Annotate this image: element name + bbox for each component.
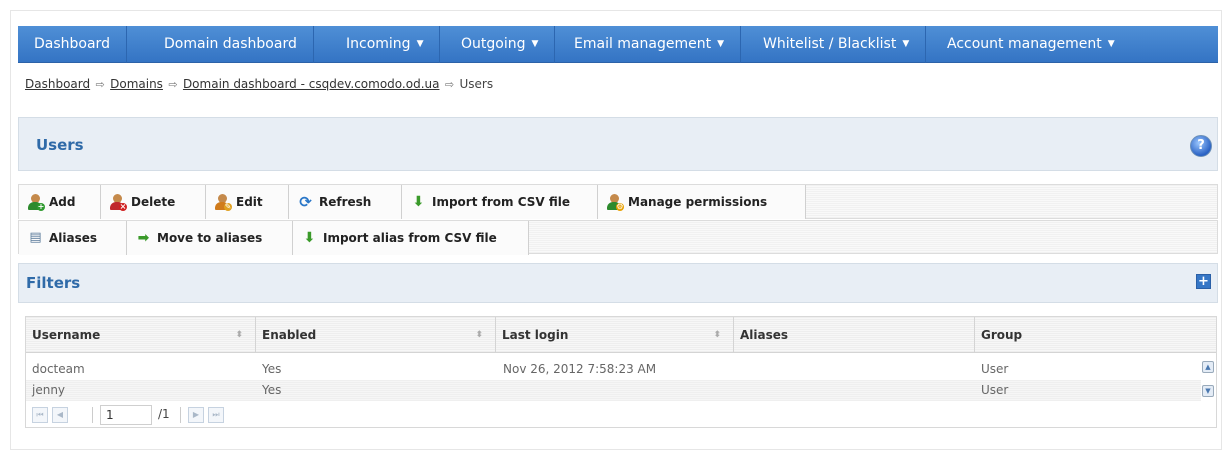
breadcrumb-current: Users	[459, 77, 494, 91]
top-navigation: Dashboard Domain dashboard Incoming ▼ Out…	[18, 26, 1218, 63]
pager-divider	[180, 407, 181, 423]
cell-username: jenny	[32, 383, 66, 397]
nav-incoming[interactable]: Incoming ▼	[330, 26, 441, 63]
import-csv-button[interactable]: ⬇ Import from CSV file	[402, 185, 598, 219]
user-edit-icon: ✎	[214, 194, 232, 211]
aliases-icon: ▤	[29, 230, 42, 245]
breadcrumb-domains[interactable]: Domains	[110, 77, 163, 91]
cell-last-login: Nov 26, 2012 7:58:23 AM	[503, 362, 657, 376]
nav-email-management[interactable]: Email management ▼	[558, 26, 741, 63]
column-username[interactable]: Username ⬍	[26, 317, 256, 353]
users-toolbar: + Add × Delete ✎ Edit ⟳ Refresh ⬇ Import…	[18, 184, 1218, 219]
arrow-right-icon: ⇨	[444, 78, 455, 91]
nav-domain-dashboard[interactable]: Domain dashboard	[148, 26, 314, 63]
sort-icon: ⬍	[235, 330, 243, 340]
breadcrumb-domain-dashboard[interactable]: Domain dashboard - csqdev.comodo.od.ua	[183, 77, 440, 91]
chevron-down-icon: ▼	[416, 39, 424, 49]
column-group[interactable]: Group	[975, 317, 1216, 353]
move-icon: ➡	[137, 230, 150, 246]
permissions-icon: ⚙	[606, 194, 624, 211]
column-enabled[interactable]: Enabled ⬍	[256, 317, 496, 353]
filters-title: Filters	[26, 274, 81, 292]
nav-whitelist-blacklist[interactable]: Whitelist / Blacklist ▼	[747, 26, 927, 63]
cell-group: User	[981, 362, 1009, 376]
chevron-down-icon: ▼	[1107, 39, 1115, 49]
users-table: Username ⬍ Enabled ⬍ Last login ⬍ Aliases G…	[25, 316, 1217, 428]
sort-icon: ⬍	[475, 330, 483, 340]
nav-outgoing[interactable]: Outgoing ▼	[445, 26, 556, 63]
next-page-icon[interactable]: ▶	[188, 407, 204, 423]
breadcrumb: Dashboard ⇨ Domains ⇨ Domain dashboard - csq…	[25, 77, 493, 91]
expand-plus-icon[interactable]: +	[1196, 274, 1211, 289]
scroll-up-icon[interactable]: ▲	[1202, 361, 1214, 373]
refresh-button[interactable]: ⟳ Refresh	[289, 185, 402, 219]
filters-panel[interactable]: Filters +	[18, 263, 1218, 303]
prev-page-icon[interactable]: ◀	[52, 407, 68, 423]
move-to-aliases-button[interactable]: ➡ Move to aliases	[127, 221, 293, 255]
table-header: Username ⬍ Enabled ⬍ Last login ⬍ Aliases G…	[26, 317, 1216, 353]
nav-account-management[interactable]: Account management ▼	[931, 26, 1131, 63]
chevron-down-icon: ▼	[717, 39, 724, 49]
table-row[interactable]: docteam Yes Nov 26, 2012 7:58:23 AM User	[26, 359, 1201, 380]
cell-username: docteam	[32, 362, 85, 376]
sort-icon: ⬍	[713, 330, 721, 340]
user-add-icon: +	[27, 194, 45, 211]
table-row[interactable]: jenny Yes User	[26, 380, 1201, 401]
last-page-icon[interactable]: ⏭	[208, 407, 224, 423]
arrow-right-icon: ⇨	[95, 78, 105, 91]
refresh-icon: ⟳	[299, 193, 312, 211]
page-number-input[interactable]: 1	[100, 405, 152, 425]
cell-enabled: Yes	[262, 362, 282, 376]
scroll-down-icon[interactable]: ▼	[1202, 385, 1214, 397]
import-alias-csv-button[interactable]: ⬇ Import alias from CSV file	[293, 221, 529, 255]
manage-permissions-button[interactable]: ⚙ Manage permissions	[598, 185, 806, 219]
column-last-login[interactable]: Last login ⬍	[496, 317, 734, 353]
arrow-right-icon: ⇨	[168, 78, 178, 91]
edit-user-button[interactable]: ✎ Edit	[206, 185, 289, 219]
add-user-button[interactable]: + Add	[19, 185, 101, 219]
chevron-down-icon: ▼	[902, 39, 910, 49]
import-icon: ⬇	[412, 194, 425, 210]
import-icon: ⬇	[303, 230, 316, 246]
pager-divider	[92, 407, 93, 423]
user-delete-icon: ×	[109, 194, 127, 211]
users-panel-header: Users ?	[18, 117, 1218, 171]
column-aliases[interactable]: Aliases	[734, 317, 975, 353]
cell-enabled: Yes	[262, 383, 282, 397]
first-page-icon[interactable]: ⏮	[32, 407, 48, 423]
aliases-button[interactable]: ▤ Aliases	[19, 221, 127, 255]
cell-group: User	[981, 383, 1009, 397]
aliases-toolbar: ▤ Aliases ➡ Move to aliases ⬇ Import ali…	[18, 220, 1218, 255]
breadcrumb-dashboard[interactable]: Dashboard	[25, 77, 90, 91]
chevron-down-icon: ▼	[531, 39, 539, 49]
nav-dashboard[interactable]: Dashboard	[18, 26, 127, 63]
page-title: Users	[36, 136, 84, 154]
page-total: /1	[158, 407, 170, 421]
help-icon[interactable]: ?	[1190, 135, 1212, 157]
delete-user-button[interactable]: × Delete	[101, 185, 206, 219]
